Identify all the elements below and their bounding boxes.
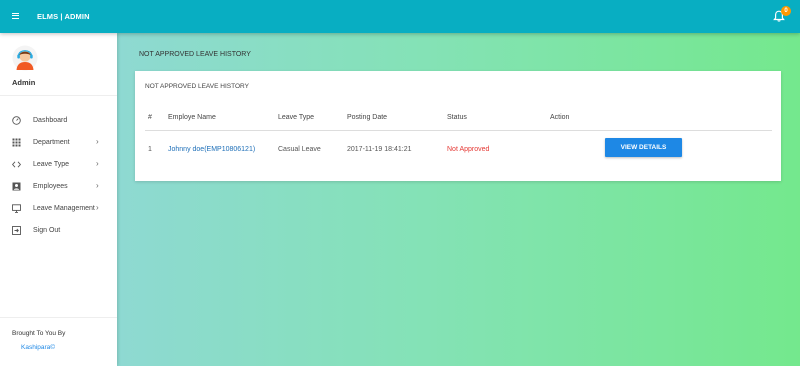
column-header-action: Action <box>550 114 570 121</box>
chevron-right-icon: › <box>96 181 99 190</box>
footer-credit-link[interactable]: Kashipara© <box>21 344 55 351</box>
dashboard-icon <box>12 116 21 125</box>
sidebar-item-department[interactable]: Department › <box>0 136 117 150</box>
grid-icon <box>12 138 21 147</box>
posting-date-cell: 2017-11-19 18:41:21 <box>347 146 412 153</box>
page-title: NOT APPROVED LEAVE HISTORY <box>139 51 251 58</box>
status-badge: Not Approved <box>447 146 490 153</box>
monitor-icon <box>12 204 21 213</box>
leave-type-cell: Casual Leave <box>278 146 321 153</box>
sidebar-item-label: Sign Out <box>33 227 61 234</box>
notification-count-badge: 0 <box>781 6 791 16</box>
column-header-employee-name: Employe Name <box>168 114 216 121</box>
sidebar-item-label: Leave Type <box>33 161 70 168</box>
sidebar-item-leave-type[interactable]: Leave Type › <box>0 158 117 172</box>
hamburger-menu-icon[interactable] <box>12 11 21 21</box>
sidebar-item-label: Leave Management <box>33 205 95 212</box>
sidebar-item-label: Employees <box>33 183 68 190</box>
leave-history-card: NOT APPROVED LEAVE HISTORY # Employe Nam… <box>135 71 781 181</box>
sidebar-footer-divider <box>0 317 117 318</box>
column-header-index: # <box>148 114 152 121</box>
sidebar-item-sign-out[interactable]: Sign Out <box>0 224 117 238</box>
account-box-icon <box>12 182 21 191</box>
footer-credit-label: Brought To You By <box>12 330 66 337</box>
chevron-right-icon: › <box>96 137 99 146</box>
employee-name-link[interactable]: Johnny doe(EMP10806121) <box>168 146 255 153</box>
admin-avatar <box>12 45 38 71</box>
code-icon <box>11 160 22 169</box>
column-header-leave-type: Leave Type <box>278 114 315 121</box>
top-navbar: ELMS | ADMIN 0 <box>0 0 800 33</box>
sidebar-item-employees[interactable]: Employees › <box>0 180 117 194</box>
main-content: NOT APPROVED LEAVE HISTORY NOT APPROVED … <box>117 33 800 366</box>
chevron-right-icon: › <box>96 159 99 168</box>
notification-bell-icon[interactable]: 0 <box>773 6 791 24</box>
sidebar-divider <box>0 95 117 96</box>
card-title: NOT APPROVED LEAVE HISTORY <box>145 83 249 90</box>
admin-username: Admin <box>12 78 36 87</box>
row-index: 1 <box>148 146 152 153</box>
sidebar-item-dashboard[interactable]: Dashboard <box>0 114 117 128</box>
column-header-posting-date: Posting Date <box>347 114 388 121</box>
column-header-status: Status <box>447 114 467 121</box>
sidebar-item-leave-management[interactable]: Leave Management › <box>0 202 117 216</box>
table-header-divider <box>145 130 772 131</box>
sidebar: Admin Dashboard Department › Leave Type … <box>0 33 117 366</box>
sidebar-item-label: Department <box>33 139 70 146</box>
app-brand[interactable]: ELMS | ADMIN <box>37 12 90 21</box>
chevron-right-icon: › <box>96 203 99 212</box>
sidebar-item-label: Dashboard <box>33 117 68 124</box>
sign-out-icon <box>12 226 21 235</box>
view-details-button[interactable]: VIEW DETAILS <box>605 138 682 157</box>
